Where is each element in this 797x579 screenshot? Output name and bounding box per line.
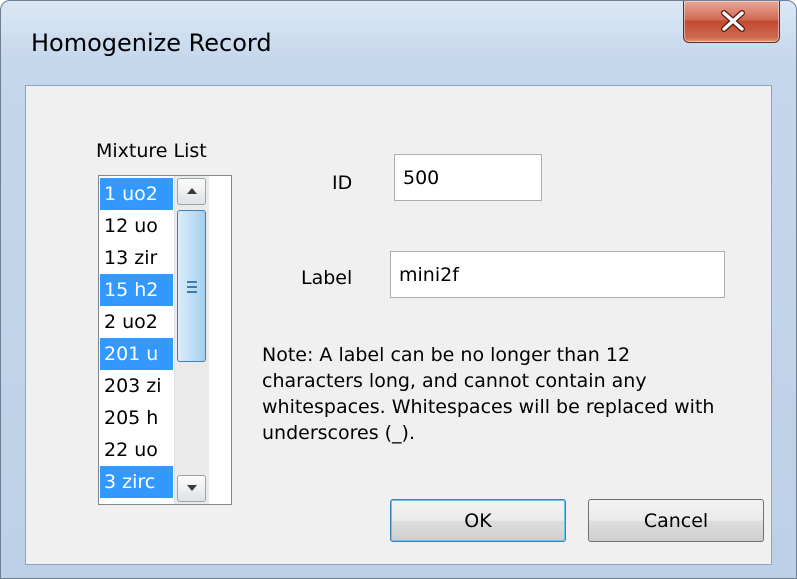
list-scrollbar[interactable] bbox=[174, 176, 209, 504]
dialog-client-area: Mixture List 1 uo2 12 uo 13 zir 15 h2 2 uo2 2… bbox=[25, 85, 772, 565]
mixture-list-item[interactable]: 22 uo bbox=[100, 434, 173, 466]
mixture-listbox[interactable]: 1 uo2 12 uo 13 zir 15 h2 2 uo2 201 u 203 zi 205… bbox=[98, 175, 232, 505]
mixture-list-items: 1 uo2 12 uo 13 zir 15 h2 2 uo2 201 u 203 zi 205… bbox=[100, 178, 173, 504]
mixture-list-item[interactable]: 3 zirc bbox=[100, 466, 173, 498]
scroll-up-arrow-icon bbox=[187, 188, 197, 194]
mixture-list-item[interactable]: 23 uo bbox=[100, 498, 173, 504]
label-field-label: Label bbox=[301, 267, 353, 289]
mixture-list-item[interactable]: 203 zi bbox=[100, 370, 173, 402]
cancel-button[interactable]: Cancel bbox=[588, 499, 764, 542]
mixture-list-label: Mixture List bbox=[96, 140, 207, 162]
scroll-grip-icon bbox=[187, 291, 197, 293]
close-button[interactable] bbox=[683, 1, 780, 43]
label-input[interactable] bbox=[390, 251, 725, 298]
scroll-up-button[interactable] bbox=[177, 178, 206, 205]
window-title: Homogenize Record bbox=[31, 29, 272, 57]
scroll-thumb[interactable] bbox=[177, 210, 206, 362]
mixture-list-item[interactable]: 15 h2 bbox=[100, 274, 173, 306]
dialog-window: Homogenize Record Mixture List 1 uo2 12 u… bbox=[0, 0, 797, 579]
ok-button[interactable]: OK bbox=[390, 499, 566, 542]
scroll-down-button[interactable] bbox=[177, 475, 206, 502]
id-input[interactable] bbox=[394, 154, 542, 201]
mixture-list-item[interactable]: 12 uo bbox=[100, 210, 173, 242]
scroll-down-arrow-icon bbox=[187, 485, 197, 491]
mixture-list-item[interactable]: 1 uo2 bbox=[100, 178, 173, 210]
label-rules-note: Note: A label can be no longer than 12 c… bbox=[262, 344, 715, 444]
scroll-grip-icon bbox=[187, 286, 197, 288]
id-label: ID bbox=[332, 172, 353, 194]
title-bar[interactable]: Homogenize Record bbox=[1, 1, 796, 85]
mixture-list-item[interactable]: 201 u bbox=[100, 338, 173, 370]
mixture-list-item[interactable]: 2 uo2 bbox=[100, 306, 173, 338]
mixture-list-item[interactable]: 205 h bbox=[100, 402, 173, 434]
scroll-grip-icon bbox=[187, 281, 197, 283]
close-icon bbox=[721, 10, 745, 32]
mixture-list-item[interactable]: 13 zir bbox=[100, 242, 173, 274]
